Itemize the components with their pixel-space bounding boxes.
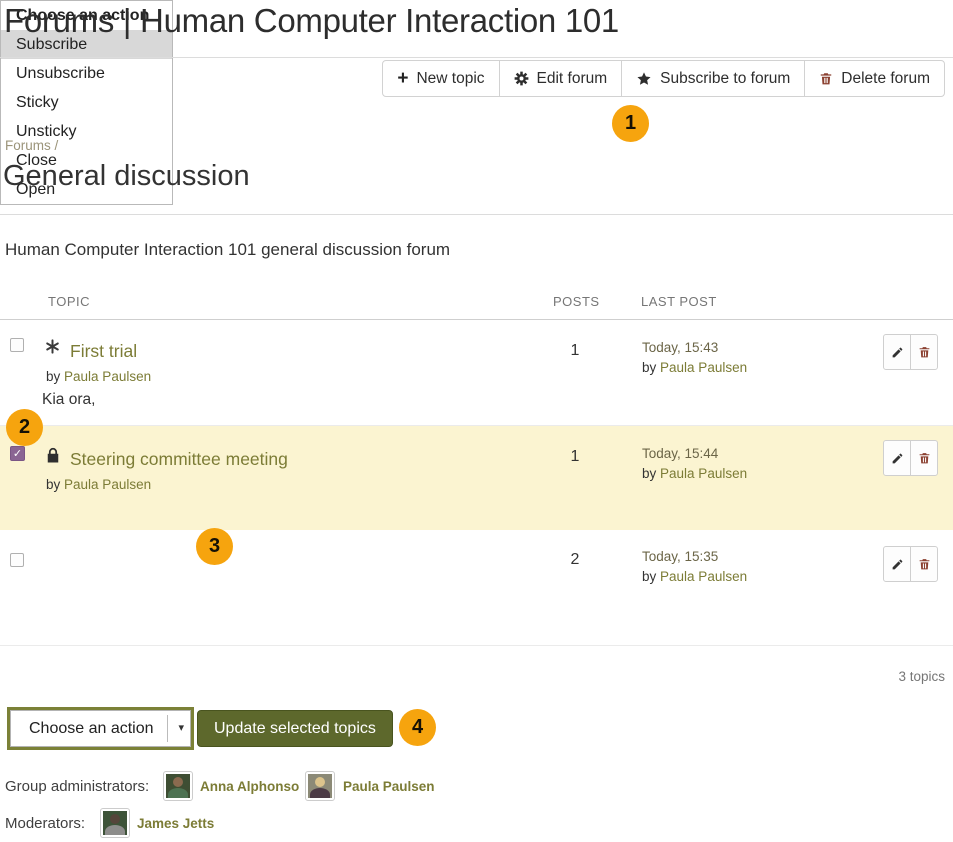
- edit-topic-button[interactable]: [883, 546, 911, 582]
- topic-row-steering-committee: ✓ Steering committee meeting by Paula Pa…: [0, 426, 953, 530]
- delete-topic-button[interactable]: [910, 334, 938, 370]
- column-header-posts: POSTS: [553, 294, 600, 309]
- star-icon: [636, 71, 652, 87]
- action-select[interactable]: Choose an action ▾: [10, 710, 191, 747]
- by-label: by: [46, 369, 60, 384]
- admin-link-paula-paulsen[interactable]: Paula Paulsen: [343, 779, 435, 794]
- last-post-byline: by Paula Paulsen: [642, 360, 747, 375]
- edit-topic-button[interactable]: [883, 334, 911, 370]
- sticky-asterisk-icon: [44, 338, 61, 355]
- forum-heading: General discussion: [3, 160, 250, 193]
- last-post-time-link[interactable]: Today, 15:43: [642, 340, 718, 355]
- column-header-last-post: LAST POST: [641, 294, 717, 309]
- heading-divider: [0, 214, 953, 215]
- topic-title-link[interactable]: First trial: [70, 341, 137, 362]
- author-link[interactable]: Paula Paulsen: [64, 369, 151, 384]
- row-actions: [883, 334, 938, 370]
- pencil-icon: [891, 346, 904, 359]
- callout-1: 1: [612, 105, 649, 142]
- check-icon: ✓: [13, 448, 22, 460]
- last-post-time-link[interactable]: Today, 15:44: [642, 446, 718, 461]
- trash-icon: [819, 71, 833, 86]
- topic-checkbox[interactable]: [10, 338, 24, 352]
- edit-forum-button[interactable]: Edit forum: [499, 60, 623, 97]
- delete-forum-label: Delete forum: [841, 70, 930, 88]
- moderator-link-james-jetts[interactable]: James Jetts: [137, 816, 214, 831]
- new-topic-label: New topic: [416, 70, 484, 88]
- gear-icon: [514, 71, 529, 86]
- topic-byline: by Paula Paulsen: [46, 477, 151, 492]
- update-selected-topics-button[interactable]: Update selected topics: [197, 710, 393, 747]
- page-title: Forums | Human Computer Interaction 101: [4, 2, 619, 40]
- plus-icon: +: [397, 69, 408, 88]
- topic-title-link[interactable]: Steering committee meeting: [70, 449, 288, 470]
- menu-option-unsubscribe[interactable]: Unsubscribe: [1, 59, 172, 88]
- topic-row-third: 2 Today, 15:35 by Paula Paulsen: [0, 530, 953, 646]
- edit-forum-label: Edit forum: [537, 70, 608, 88]
- by-label: by: [46, 477, 60, 492]
- avatar-anna-alphonso[interactable]: [163, 771, 193, 801]
- topic-row-first-trial: First trial by Paula Paulsen Kia ora, 1 …: [0, 320, 953, 426]
- row-actions: [883, 440, 938, 476]
- chevron-down-icon: ▾: [178, 711, 184, 746]
- trash-icon: [918, 451, 931, 465]
- pencil-icon: [891, 452, 904, 465]
- by-label: by: [642, 466, 656, 481]
- breadcrumb[interactable]: Forums /: [5, 138, 58, 153]
- menu-option-sticky[interactable]: Sticky: [1, 88, 172, 117]
- group-administrators-label: Group administrators:: [5, 778, 149, 795]
- posts-count: 1: [553, 448, 597, 466]
- subscribe-forum-button[interactable]: Subscribe to forum: [621, 60, 805, 97]
- topic-checkbox-checked[interactable]: ✓: [10, 446, 25, 461]
- by-label: by: [642, 569, 656, 584]
- forum-toolbar: + New topic Edit forum Subscribe to foru…: [382, 60, 945, 97]
- trash-icon: [918, 345, 931, 359]
- callout-2: 2: [6, 409, 43, 446]
- lock-icon: [46, 447, 60, 464]
- select-separator: [167, 715, 168, 742]
- author-link[interactable]: Paula Paulsen: [660, 466, 747, 481]
- delete-topic-button[interactable]: [910, 546, 938, 582]
- posts-count: 2: [553, 551, 597, 569]
- forum-description: Human Computer Interaction 101 general d…: [5, 240, 450, 260]
- pencil-icon: [891, 558, 904, 571]
- delete-forum-button[interactable]: Delete forum: [804, 60, 945, 97]
- avatar-james-jetts[interactable]: [100, 808, 130, 838]
- last-post-byline: by Paula Paulsen: [642, 569, 747, 584]
- callout-4: 4: [399, 709, 436, 746]
- topic-preview: Kia ora,: [42, 391, 95, 409]
- title-divider: [0, 57, 953, 58]
- column-header-topic: TOPIC: [48, 294, 90, 309]
- delete-topic-button[interactable]: [910, 440, 938, 476]
- trash-icon: [918, 557, 931, 571]
- callout-3: 3: [196, 528, 233, 565]
- topic-checkbox[interactable]: [10, 553, 24, 567]
- avatar-paula-paulsen[interactable]: [305, 771, 335, 801]
- topic-byline: by Paula Paulsen: [46, 369, 151, 384]
- row-actions: [883, 546, 938, 582]
- subscribe-forum-label: Subscribe to forum: [660, 70, 790, 88]
- new-topic-button[interactable]: + New topic: [382, 60, 499, 97]
- author-link[interactable]: Paula Paulsen: [64, 477, 151, 492]
- edit-topic-button[interactable]: [883, 440, 911, 476]
- posts-count: 1: [553, 342, 597, 360]
- admin-link-anna-alphonso[interactable]: Anna Alphonso: [200, 779, 299, 794]
- last-post-time-link[interactable]: Today, 15:35: [642, 549, 718, 564]
- topic-count: 3 topics: [898, 669, 945, 684]
- author-link[interactable]: Paula Paulsen: [660, 569, 747, 584]
- moderators-label: Moderators:: [5, 815, 85, 832]
- last-post-byline: by Paula Paulsen: [642, 466, 747, 481]
- action-select-value: Choose an action: [29, 711, 154, 746]
- author-link[interactable]: Paula Paulsen: [660, 360, 747, 375]
- by-label: by: [642, 360, 656, 375]
- forum-page: Forums | Human Computer Interaction 101 …: [0, 0, 953, 842]
